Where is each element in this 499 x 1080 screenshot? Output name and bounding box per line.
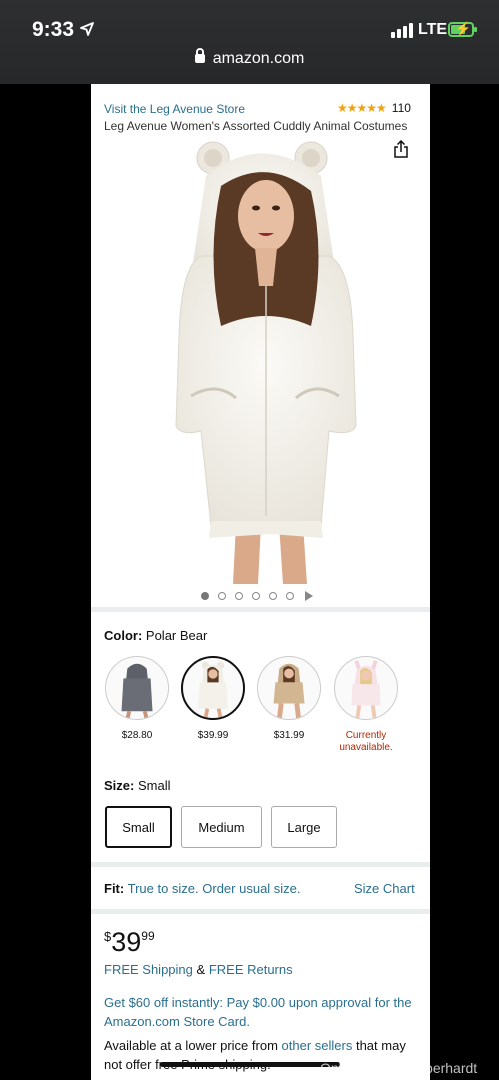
size-label: Size: [104,778,135,793]
location-arrow-icon [80,22,94,36]
free-shipping-link[interactable]: FREE Shipping [104,962,193,977]
section-divider [91,862,430,867]
lock-icon [194,48,205,63]
carousel-dot[interactable] [235,592,243,600]
size-selection-label: Size: Small [104,778,170,793]
color-label: Color: [104,628,143,643]
size-option-large[interactable]: Large [271,806,337,848]
other-sellers-link[interactable]: other sellers [282,1038,353,1053]
home-indicator[interactable] [160,1062,340,1067]
url-text: amazon.com [212,50,305,67]
product-image[interactable] [161,136,371,584]
status-time: 9:33 [32,18,75,41]
section-divider [91,909,430,914]
carousel-dot[interactable] [269,592,277,600]
product-price: $3999 [104,927,155,958]
cellular-signal-icon [391,22,413,38]
color-selection-label: Color: Polar Bear [104,628,207,643]
color-option-price: $39.99 [197,730,229,741]
price-fraction: 99 [141,929,155,943]
section-divider [91,607,430,612]
carousel-dot[interactable] [286,592,294,600]
price-currency: $ [104,929,112,944]
battery-charging-icon: ⚡ [448,21,477,37]
product-title: Leg Avenue Women's Assorted Cuddly Anima… [104,119,408,133]
fit-label: Fit: [104,881,125,896]
carousel-dot[interactable] [252,592,260,600]
carousel-dot[interactable] [201,592,209,600]
availability-prefix: Available at a lower price from [104,1038,278,1053]
color-swatch-white-bear[interactable] [181,656,245,720]
status-bar: 9:33 LTE ⚡ amazon.com [0,0,499,84]
color-option-price: $31.99 [273,730,305,741]
color-value: Polar Bear [145,628,208,643]
size-chart-link[interactable]: Size Chart [354,881,415,896]
network-type: LTE [418,21,448,38]
carousel-dot[interactable] [218,592,226,600]
shipping-info: FREE Shipping & FREE Returns [104,962,293,977]
url-bar[interactable]: amazon.com [0,48,499,68]
watermark: OnlyFans.com/piperhardt [320,1060,478,1076]
fit-text[interactable]: True to size. Order usual size. [128,881,301,896]
color-option-price: $28.80 [121,730,153,741]
size-option-medium[interactable]: Medium [181,806,262,848]
product-page: Visit the Leg Avenue Store ★★★★★ 110 Leg… [91,84,430,1080]
color-swatch-tan-bear[interactable] [257,656,321,720]
rating[interactable]: ★★★★★ 110 [337,101,411,115]
shipping-amp: & [196,962,206,977]
color-swatch-pink-bunny[interactable] [334,656,398,720]
image-carousel-indicator[interactable] [201,591,313,601]
color-option-unavailable: Currently unavailable. [339,730,393,753]
size-value: Small [137,778,171,793]
store-link[interactable]: Visit the Leg Avenue Store [104,102,245,116]
size-option-small[interactable]: Small [105,806,172,848]
color-swatch-grey-hoodie[interactable] [105,656,169,720]
fit-info: Fit: True to size. Order usual size. [104,881,301,896]
price-whole: 39 [111,927,142,957]
store-card-promo-link[interactable]: Get $60 off instantly: Pay $0.00 upon ap… [104,993,422,1031]
free-returns-link[interactable]: FREE Returns [209,962,293,977]
star-rating-icon: ★★★★★ [337,101,387,115]
share-icon[interactable] [393,140,409,158]
rating-count: 110 [391,101,411,115]
play-video-icon[interactable] [305,591,313,601]
